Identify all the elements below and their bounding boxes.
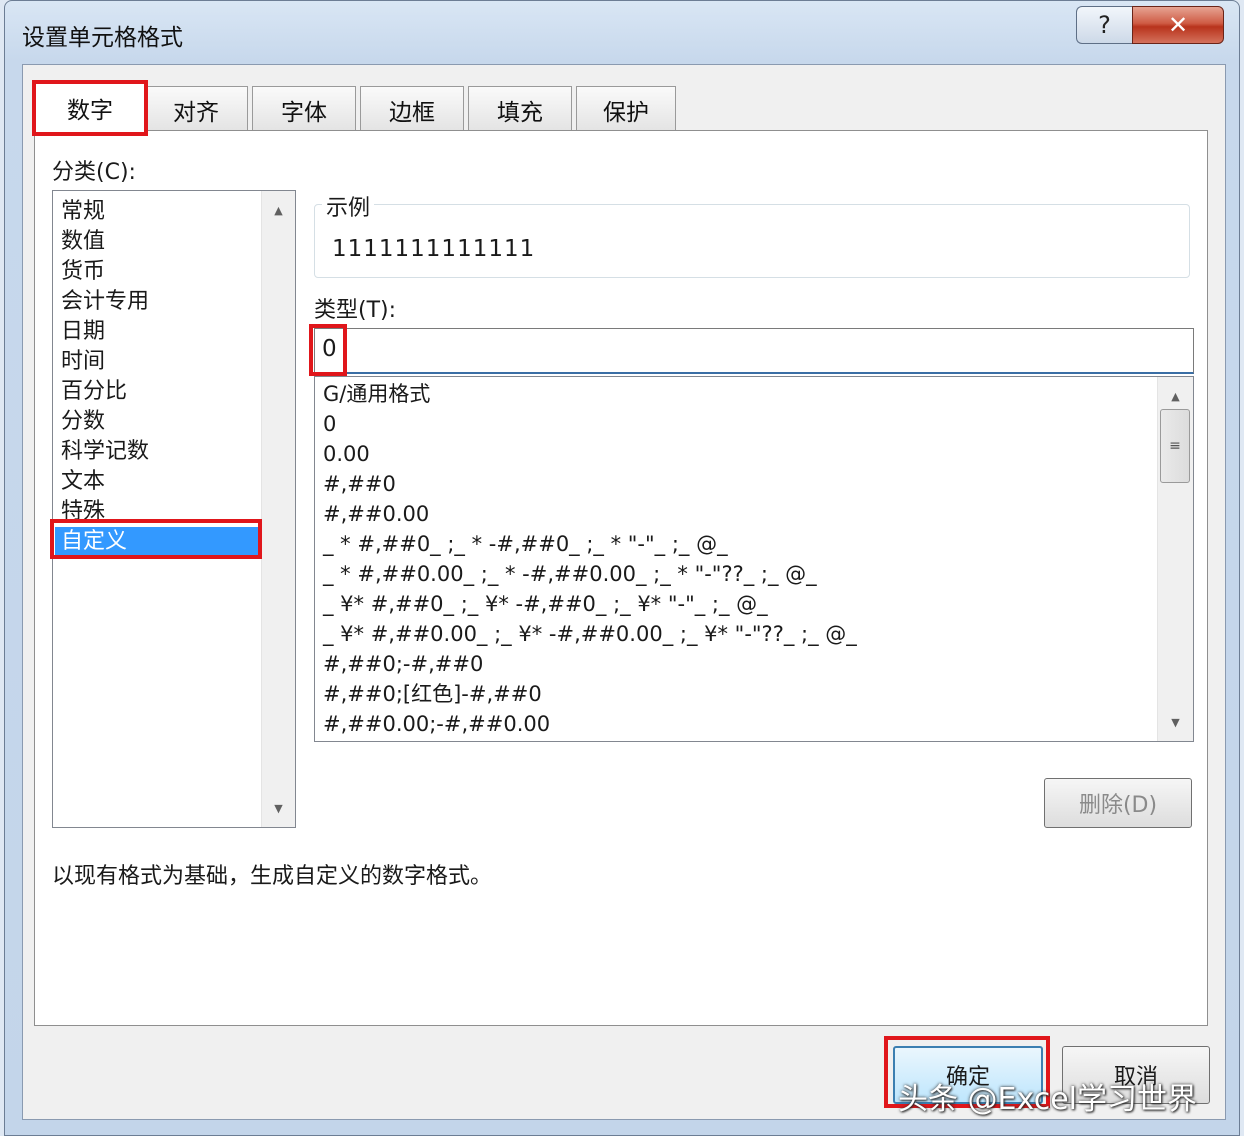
category-item-number[interactable]: 数值 <box>61 227 261 257</box>
tab-alignment[interactable]: 对齐 <box>144 86 248 132</box>
triangle-down-icon[interactable]: ▼ <box>262 793 295 823</box>
format-item[interactable]: 0 <box>323 409 1153 439</box>
sample-value: 1111111111111 <box>332 236 536 262</box>
tab-font[interactable]: 字体 <box>252 86 356 132</box>
category-item-accounting[interactable]: 会计专用 <box>61 287 261 317</box>
grip-icon: ≡ <box>1169 438 1181 454</box>
category-item-general[interactable]: 常规 <box>61 197 261 227</box>
triangle-up-icon[interactable]: ▲ <box>1158 381 1193 411</box>
type-label: 类型(T): <box>314 298 397 323</box>
format-item[interactable]: _ ¥* #,##0_ ;_ ¥* -#,##0_ ;_ ¥* "-"_ ;_ … <box>323 589 1153 619</box>
close-button[interactable]: ✕ <box>1132 6 1224 44</box>
format-item[interactable]: #,##0;-#,##0 <box>323 649 1153 679</box>
type-input[interactable] <box>314 328 1194 374</box>
format-item[interactable]: 0.00 <box>323 439 1153 469</box>
format-scrollbar[interactable]: ▲ ≡ ▼ <box>1157 377 1193 741</box>
format-item[interactable]: #,##0;[红色]-#,##0 <box>323 679 1153 709</box>
triangle-up-icon[interactable]: ▲ <box>262 195 295 225</box>
category-item-date[interactable]: 日期 <box>61 317 261 347</box>
category-item-text[interactable]: 文本 <box>61 467 261 497</box>
category-item-currency[interactable]: 货币 <box>61 257 261 287</box>
tab-number[interactable]: 数字 <box>32 80 148 136</box>
format-item[interactable]: _ ¥* #,##0.00_ ;_ ¥* -#,##0.00_ ;_ ¥* "-… <box>323 619 1153 649</box>
tab-protection[interactable]: 保护 <box>576 86 676 132</box>
type-input-highlight <box>309 324 347 376</box>
category-item-percentage[interactable]: 百分比 <box>61 377 261 407</box>
help-button[interactable]: ? <box>1076 6 1132 44</box>
format-description: 以现有格式为基础，生成自定义的数字格式。 <box>52 864 493 889</box>
custom-category-highlight <box>50 519 262 559</box>
category-listbox[interactable]: 常规 数值 货币 会计专用 日期 时间 百分比 分数 科学记数 文本 特殊 自定… <box>52 190 296 828</box>
category-label: 分类(C): <box>52 160 136 185</box>
triangle-down-icon[interactable]: ▼ <box>1158 707 1193 737</box>
window-title: 设置单元格格式 <box>22 25 183 51</box>
category-item-time[interactable]: 时间 <box>61 347 261 377</box>
tab-fill[interactable]: 填充 <box>468 86 572 132</box>
tab-border[interactable]: 边框 <box>360 86 464 132</box>
delete-button[interactable]: 删除(D) <box>1044 778 1192 828</box>
category-item-scientific[interactable]: 科学记数 <box>61 437 261 467</box>
format-item[interactable]: #,##0.00;-#,##0.00 <box>323 709 1153 739</box>
scroll-thumb[interactable]: ≡ <box>1160 409 1190 483</box>
format-item[interactable]: _ * #,##0.00_ ;_ * -#,##0.00_ ;_ * "-"??… <box>323 559 1153 589</box>
category-item-fraction[interactable]: 分数 <box>61 407 261 437</box>
format-listbox[interactable]: G/通用格式 0 0.00 #,##0 #,##0.00 _ * #,##0_ … <box>314 376 1194 742</box>
category-scrollbar[interactable]: ▲ ▼ <box>261 191 295 827</box>
sample-legend: 示例 <box>322 190 375 222</box>
format-item[interactable]: #,##0 <box>323 469 1153 499</box>
watermark: 头条 @Excel学习世界 <box>898 1082 1198 1117</box>
format-item[interactable]: G/通用格式 <box>323 379 1153 409</box>
format-item[interactable]: _ * #,##0_ ;_ * -#,##0_ ;_ * "-"_ ;_ @_ <box>323 529 1153 559</box>
close-icon: ✕ <box>1167 11 1189 39</box>
help-icon: ? <box>1098 11 1111 39</box>
format-item[interactable]: #,##0.00 <box>323 499 1153 529</box>
